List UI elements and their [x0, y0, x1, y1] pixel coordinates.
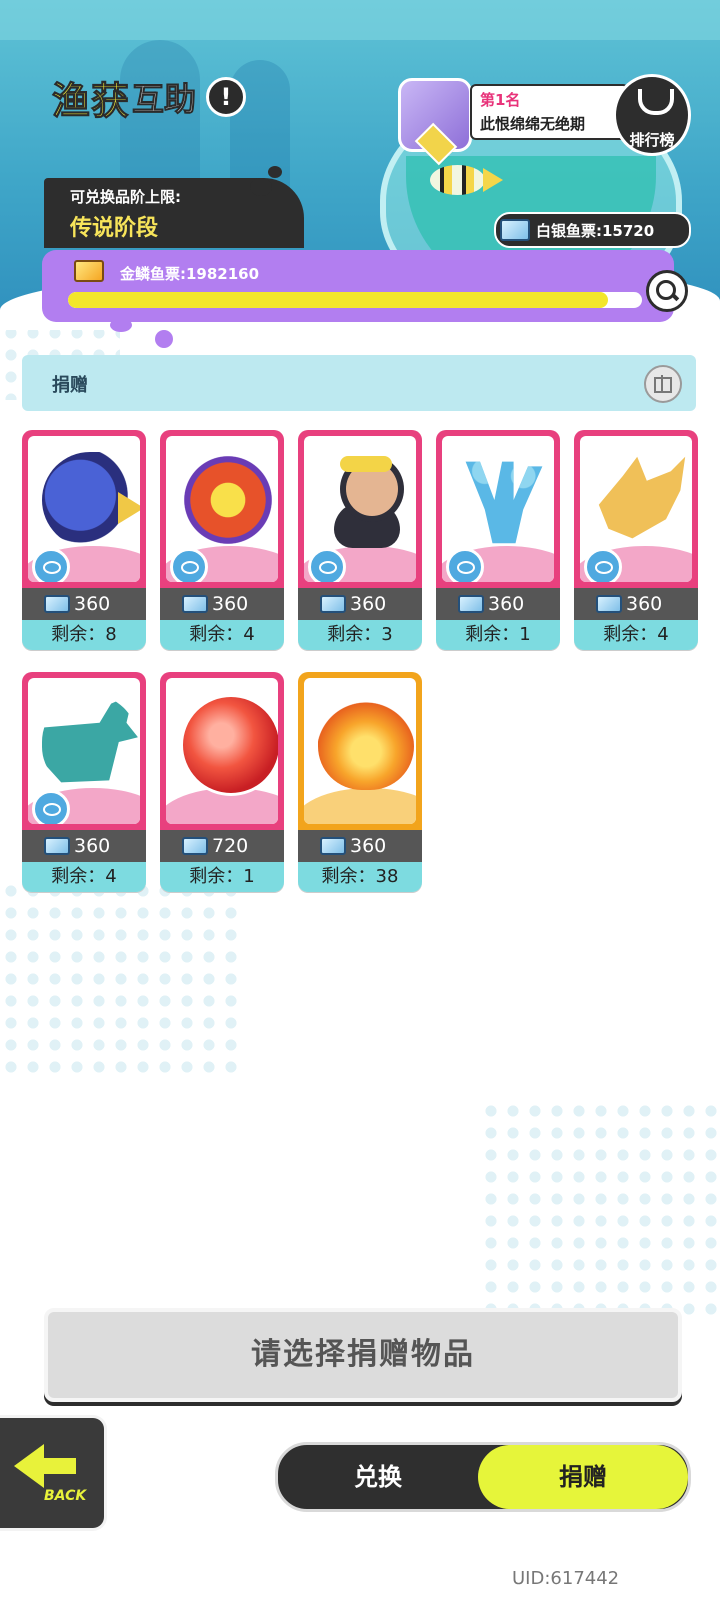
- back-button[interactable]: BACK: [0, 1415, 107, 1531]
- decor-dot: [110, 318, 132, 332]
- category-icon: [170, 548, 208, 582]
- ranking-panel: 第1名 此恨绵绵无绝期 排行榜: [398, 70, 691, 160]
- tier-value: 传说阶段: [70, 216, 159, 241]
- silver-ticket-icon: [320, 837, 346, 855]
- page-title: 渔获 互助 !: [51, 72, 247, 123]
- select-item-button[interactable]: 请选择捐赠物品: [44, 1308, 682, 1402]
- silver-ticket-icon: [44, 837, 70, 855]
- title-part1: 渔获: [51, 78, 131, 123]
- silver-ticket-icon: [320, 595, 346, 613]
- phoenix-fish-icon: [318, 694, 414, 790]
- banner-shelf: [0, 0, 720, 40]
- item-remaining: 剩余：38: [298, 862, 422, 892]
- item-card[interactable]: 360 剩余：4: [22, 672, 146, 892]
- trophy-icon: [638, 89, 674, 115]
- orange-fish-icon: [180, 452, 276, 548]
- item-card[interactable]: 360 剩余：1: [436, 430, 560, 650]
- item-price: 360: [626, 593, 663, 615]
- info-icon[interactable]: !: [206, 77, 247, 117]
- diver-icon: [318, 452, 414, 548]
- item-price: 360: [74, 593, 111, 615]
- title-part2: 互助: [132, 80, 197, 119]
- item-remaining: 剩余：8: [22, 620, 146, 650]
- coral-icon: [465, 461, 543, 544]
- silver-ticket-balance: 白银鱼票:15720: [494, 212, 691, 248]
- red-orb-icon: [180, 694, 278, 796]
- gift-button[interactable]: [644, 365, 682, 403]
- uid-label: UID:617442: [512, 1568, 620, 1589]
- item-price: 360: [74, 835, 111, 857]
- avatar[interactable]: [398, 78, 472, 152]
- ink-blob: [268, 166, 282, 178]
- gold-progress-bar: [68, 292, 642, 308]
- silver-ticket-icon: [44, 595, 70, 613]
- dot-pattern-right: [480, 1100, 720, 1320]
- gift-icon: [654, 375, 672, 393]
- silver-ticket-icon: [500, 219, 530, 241]
- rank-card: 第1名 此恨绵绵无绝期: [470, 84, 629, 140]
- ink-blob: [250, 178, 272, 196]
- item-card[interactable]: 360 剩余：4: [574, 430, 698, 650]
- decor-dot: [155, 330, 173, 348]
- item-card[interactable]: 360 剩余：3: [298, 430, 422, 650]
- item-card[interactable]: 360 剩余：4: [160, 430, 284, 650]
- item-remaining: 剩余：1: [436, 620, 560, 650]
- whale-icon: [42, 694, 138, 783]
- search-button[interactable]: [646, 270, 688, 312]
- silver-ticket-icon: [182, 837, 208, 855]
- item-card[interactable]: 360 剩余：38: [298, 672, 422, 892]
- silver-ticket-icon: [458, 595, 484, 613]
- item-remaining: 剩余：3: [298, 620, 422, 650]
- item-price: 360: [350, 593, 387, 615]
- item-remaining: 剩余：4: [22, 862, 146, 892]
- gold-ticket-bar: 金鳞鱼票:1982160: [42, 250, 688, 322]
- silver-ticket-icon: [182, 595, 208, 613]
- item-price: 360: [350, 835, 387, 857]
- item-remaining: 剩余：4: [160, 620, 284, 650]
- category-icon: [584, 548, 622, 582]
- item-price: 720: [212, 835, 249, 857]
- silver-ticket-text: 白银鱼票:15720: [536, 222, 655, 240]
- gold-ticket-text: 金鳞鱼票:1982160: [120, 265, 260, 283]
- silver-ticket-icon: [596, 595, 622, 613]
- item-card[interactable]: 360 剩余：8: [22, 430, 146, 650]
- category-icon: [446, 548, 484, 582]
- player-name: 此恨绵绵无绝期: [480, 115, 586, 133]
- dot-pattern-left: [0, 880, 240, 1080]
- rank-position: 第1名: [480, 91, 521, 109]
- leaderboard-label: 排行榜: [629, 131, 675, 149]
- back-label: BACK: [44, 1488, 87, 1504]
- category-icon: [32, 790, 70, 824]
- donate-section-header: 捐赠: [22, 355, 696, 411]
- tier-label: 可兑换品阶上限:: [70, 188, 181, 206]
- section-title: 捐赠: [52, 375, 88, 396]
- category-icon: [308, 548, 346, 582]
- item-remaining: 剩余：1: [160, 862, 284, 892]
- mode-tabs: 兑换 捐赠: [275, 1442, 691, 1512]
- select-item-label: 请选择捐赠物品: [251, 1337, 475, 1372]
- gold-ticket-icon: [74, 260, 104, 282]
- item-remaining: 剩余：4: [574, 620, 698, 650]
- tab-exchange[interactable]: 兑换: [278, 1445, 478, 1509]
- shark-skull-icon: [598, 456, 686, 539]
- blue-fish-icon: [42, 452, 140, 548]
- item-price: 360: [488, 593, 525, 615]
- item-card[interactable]: 720 剩余：1: [160, 672, 284, 892]
- item-price: 360: [212, 593, 249, 615]
- fish-illustration: [430, 165, 503, 195]
- leaderboard-button[interactable]: 排行榜: [613, 74, 691, 156]
- category-icon: [32, 548, 70, 582]
- tab-donate[interactable]: 捐赠: [478, 1445, 688, 1509]
- gold-progress-fill: [68, 292, 608, 308]
